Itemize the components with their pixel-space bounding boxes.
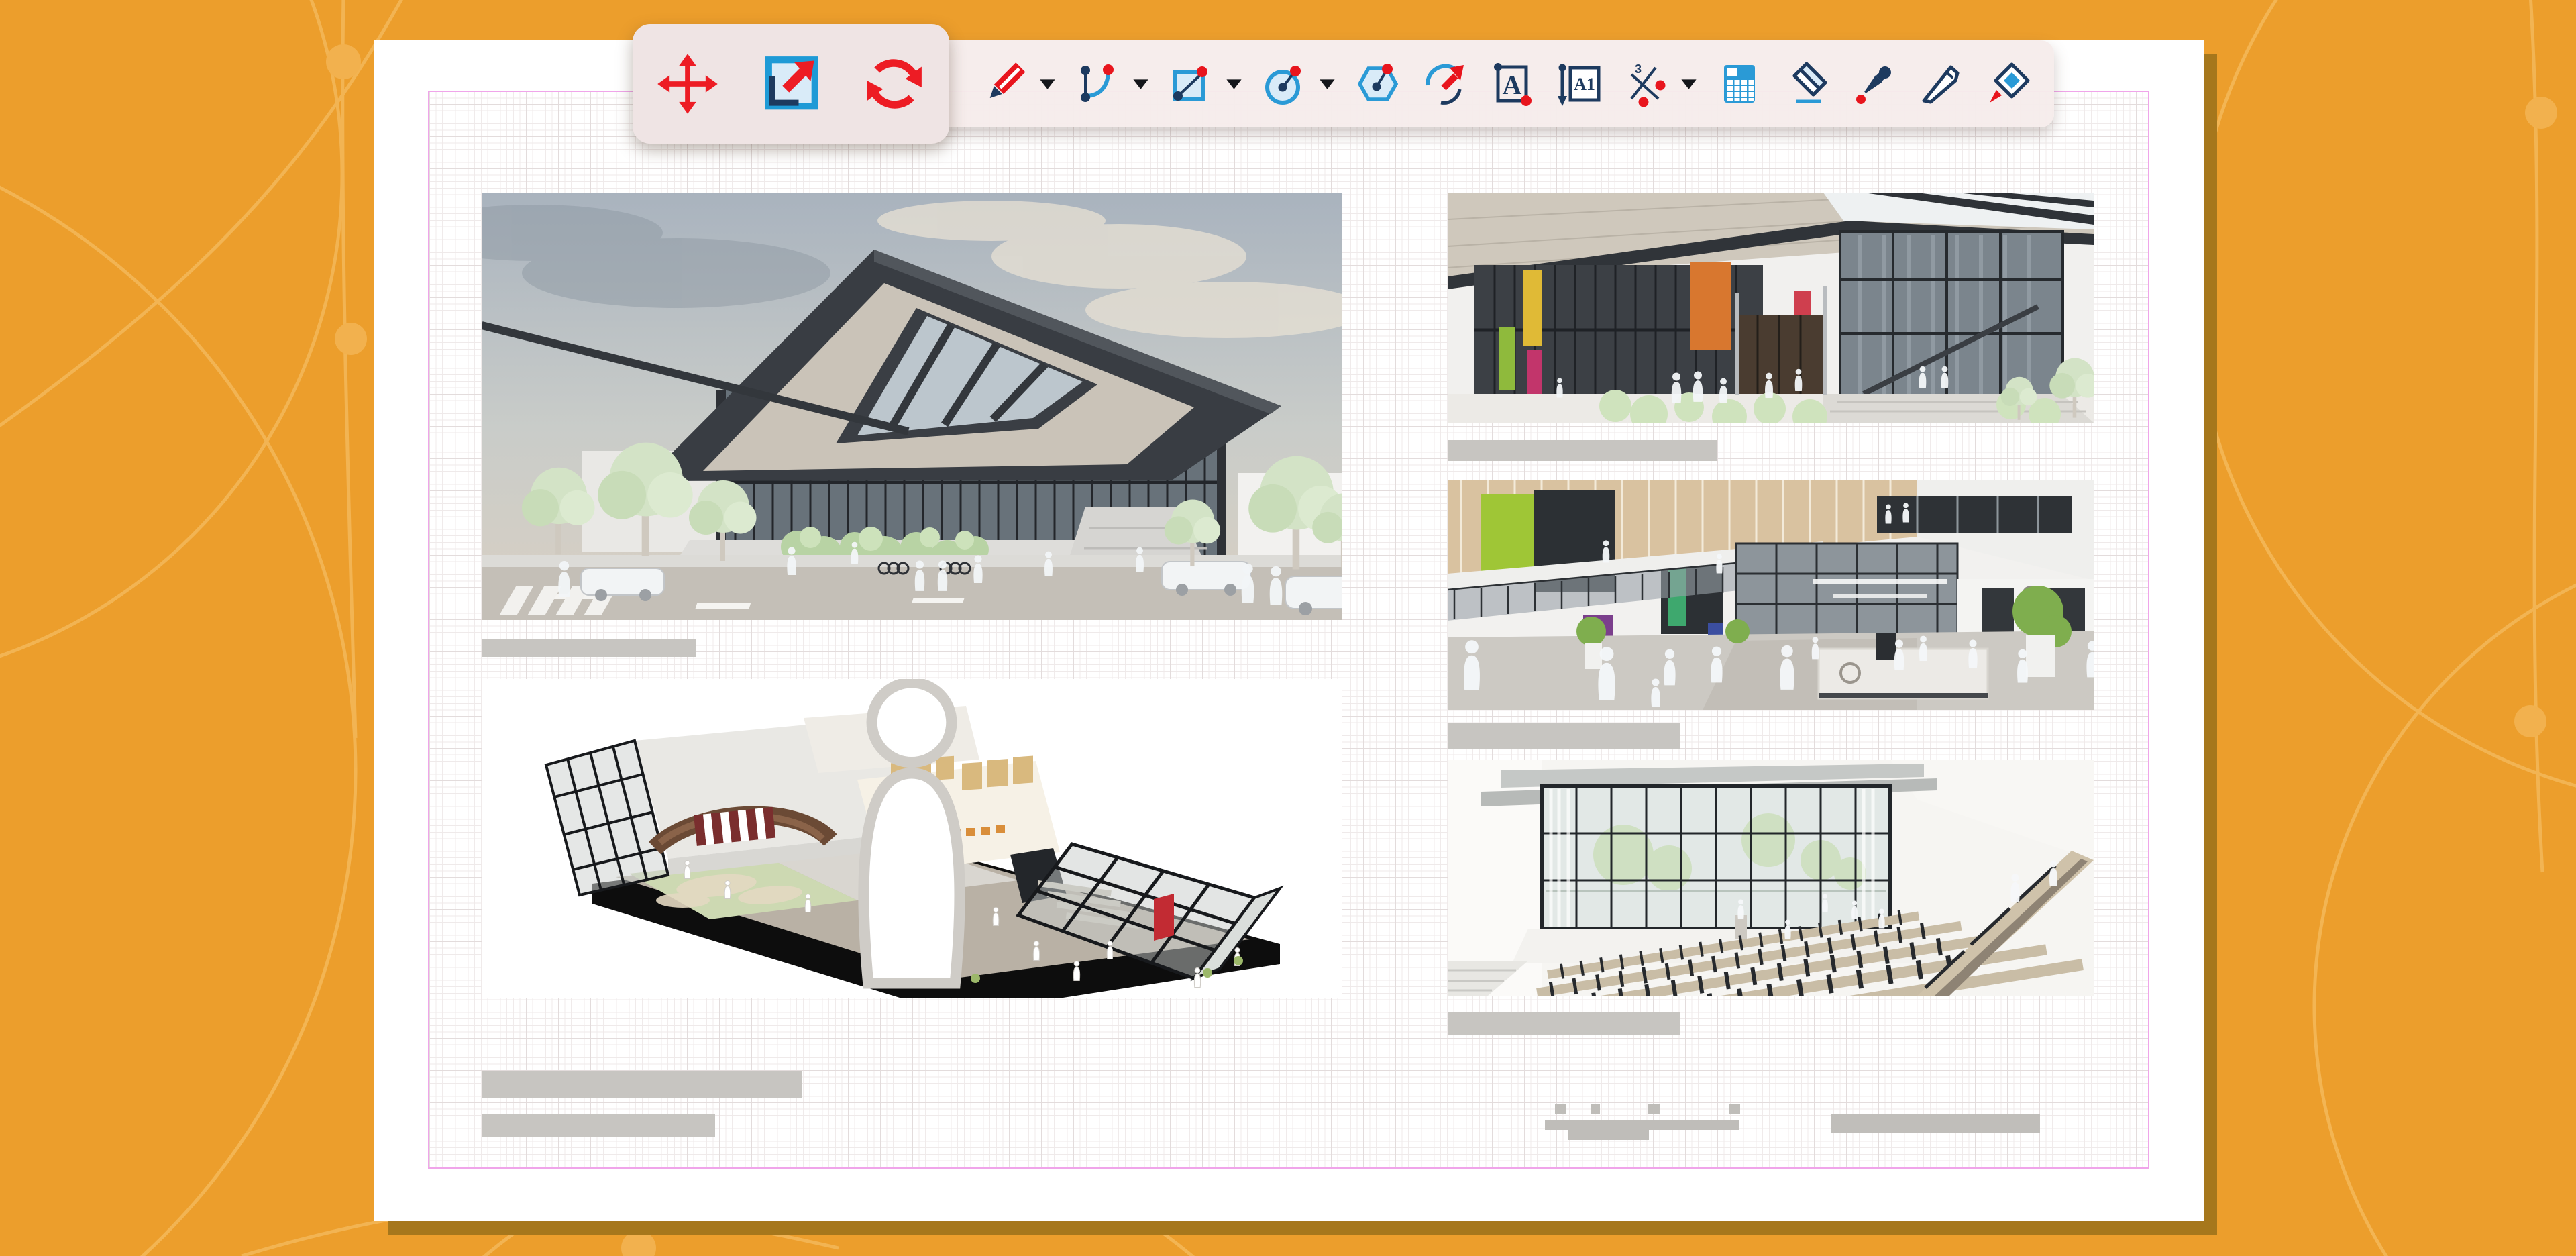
- tool-eraser-button[interactable]: [1781, 52, 1832, 116]
- render-exterior-entry-plaza[interactable]: [1448, 193, 2094, 423]
- render-interior-atrium[interactable]: [1448, 480, 2094, 710]
- tool-polygon-button[interactable]: [1352, 52, 1403, 116]
- tool-rectangle-button[interactable]: [1166, 52, 1217, 116]
- dropdown-arrow-icon[interactable]: [1680, 77, 1698, 91]
- tool-glue-button[interactable]: [1982, 52, 2033, 116]
- caption-cutaway-line1[interactable]: [482, 1071, 802, 1098]
- tool-spline-button[interactable]: [1073, 52, 1124, 116]
- tool-measure-button[interactable]: [1621, 52, 1672, 116]
- footer-mark-square[interactable]: [1591, 1104, 1600, 1114]
- document-page[interactable]: [374, 40, 2204, 1221]
- tool-revolve-button[interactable]: [1419, 52, 1470, 116]
- tool-calculator-button[interactable]: [1714, 52, 1765, 116]
- tool-knife-button[interactable]: [1915, 52, 1966, 116]
- transform-palette: [633, 24, 949, 144]
- tool-pencil-button[interactable]: [979, 52, 1030, 116]
- footer-mark-square[interactable]: [1648, 1104, 1660, 1114]
- footer-mark-bar[interactable]: [1607, 1120, 1739, 1130]
- tool-scale-button[interactable]: [756, 44, 826, 124]
- dropdown-arrow-icon[interactable]: [1132, 77, 1150, 91]
- caption-entry-plaza[interactable]: [1448, 440, 1717, 461]
- render-exterior-street-view[interactable]: [482, 193, 1342, 620]
- caption-exterior-street-view[interactable]: [482, 639, 696, 657]
- tool-text-button[interactable]: [1487, 52, 1538, 116]
- desktop-background: [0, 0, 2576, 1256]
- footer-mark-square[interactable]: [1729, 1104, 1740, 1114]
- footer-mark-bar[interactable]: [1568, 1130, 1649, 1140]
- dropdown-arrow-icon[interactable]: [1225, 77, 1243, 91]
- tool-move-button[interactable]: [653, 44, 722, 124]
- tool-picker-button[interactable]: [1848, 52, 1899, 116]
- footer-long-bar[interactable]: [1831, 1114, 2040, 1133]
- footer-mark-square[interactable]: [1555, 1104, 1566, 1114]
- tool-circle-button[interactable]: [1259, 52, 1310, 116]
- caption-atrium[interactable]: [1448, 723, 1680, 749]
- render-interior-auditorium[interactable]: [1448, 760, 2094, 996]
- tool-label-button[interactable]: [1554, 52, 1605, 116]
- caption-auditorium[interactable]: [1448, 1012, 1680, 1035]
- tool-rotate-button[interactable]: [859, 44, 929, 124]
- render-interior-cutaway-axonometric[interactable]: [482, 679, 1342, 998]
- caption-cutaway-line2[interactable]: [482, 1114, 715, 1137]
- dropdown-arrow-icon[interactable]: [1318, 77, 1336, 91]
- dropdown-arrow-icon[interactable]: [1038, 77, 1057, 91]
- footer-mark-bar[interactable]: [1545, 1120, 1609, 1130]
